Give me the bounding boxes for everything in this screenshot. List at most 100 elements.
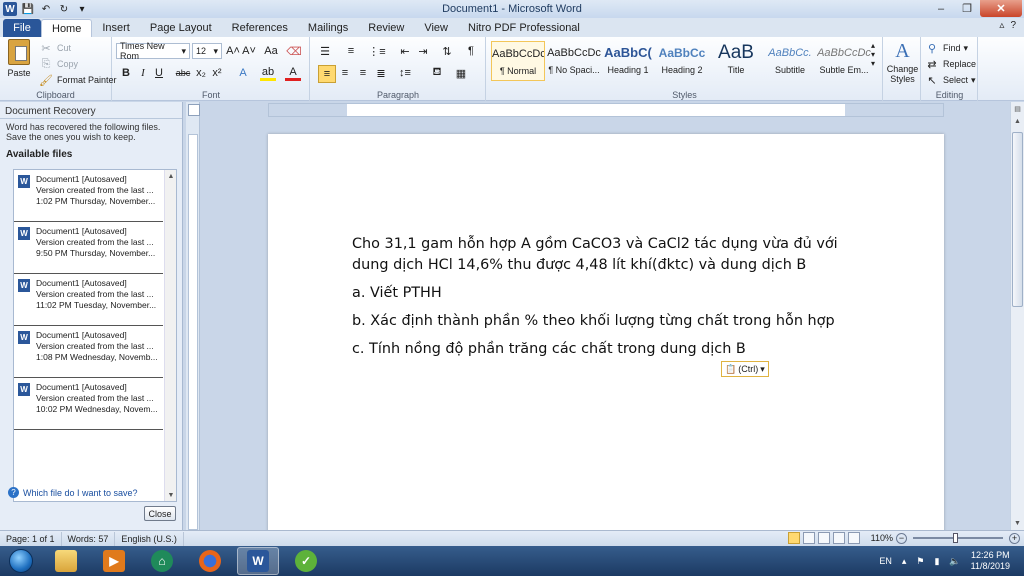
font-size-combo[interactable]: 12 ▾ [192,43,222,59]
bold-button[interactable]: B [118,65,134,81]
style-normal[interactable]: AaBbCcDc ¶ Normal [491,41,545,81]
decrease-indent-button[interactable]: ⇤ [397,43,413,59]
print-layout-view-button[interactable] [787,532,800,544]
align-right-button[interactable]: ≡ [355,65,371,81]
style-subtle-emphasis[interactable]: AaBbCcDc Subtle Em... [817,41,871,81]
horizontal-ruler[interactable] [268,103,944,117]
font-color-button[interactable]: A [285,65,301,81]
flag-icon[interactable]: ⚑ [916,556,924,567]
copy-button[interactable]: ⎘ Copy [38,56,78,72]
clock[interactable]: 12:26 PM 11/8/2019 [971,550,1010,572]
tab-home[interactable]: Home [41,19,93,37]
vertical-scrollbar[interactable]: ▤ ▲ ▼ [1010,102,1024,530]
start-button[interactable] [3,547,39,575]
increase-indent-button[interactable]: ⇥ [415,43,431,59]
style-no-spacing[interactable]: AaBbCcDc ¶ No Spaci... [547,41,601,81]
taskbar-app-green[interactable]: ⌂ [141,547,183,575]
scroll-up-icon[interactable]: ▲ [1011,115,1024,128]
pane-close-button[interactable]: Close [144,506,176,521]
list-item[interactable]: W Document1 [Autosaved] Version created … [14,326,163,378]
sort-button[interactable]: ⇅ [439,43,455,59]
language[interactable]: English (U.S.) [115,531,184,546]
document-page[interactable]: Cho 31,1 gam hỗn hợp A gồm CaCO3 và CaCl… [268,134,944,530]
select-button[interactable]: ↖ Select ▾ [924,72,975,88]
show-hidden-icons[interactable]: ▴ [902,556,907,567]
taskbar-firefox[interactable] [189,547,231,575]
taskbar-explorer[interactable] [45,547,87,575]
shading-button[interactable]: ⛾ [429,65,445,81]
clear-formatting-button[interactable]: ⌫ [286,43,302,59]
bullets-button[interactable]: ☰ [317,43,333,59]
tab-references[interactable]: References [222,19,298,37]
tab-selector[interactable] [188,104,200,116]
style-subtitle[interactable]: AaBbCc. Subtitle [763,41,817,81]
list-item[interactable]: W Document1 [Autosaved] Version created … [14,170,163,222]
help-icon[interactable]: ? [1010,20,1016,31]
scrollbar-thumb[interactable] [1012,132,1023,307]
style-heading-2[interactable]: AaBbCc Heading 2 [655,41,709,81]
close-button[interactable]: ✕ [980,0,1022,17]
tab-insert[interactable]: Insert [92,19,140,37]
zoom-out-icon[interactable]: − [896,532,907,544]
change-styles-button[interactable]: A Change Styles [886,40,919,84]
italic-button[interactable]: I [135,65,151,81]
tab-page-layout[interactable]: Page Layout [140,19,222,37]
highlight-button[interactable]: ab [260,65,276,81]
list-item[interactable]: W Document1 [Autosaved] Version created … [14,222,163,274]
minimize-ribbon-icon[interactable]: ▵ [999,20,1004,31]
paste-button[interactable]: Paste [4,39,34,78]
list-item[interactable]: W Document1 [Autosaved] Version created … [14,378,163,430]
file-list-scrollbar[interactable]: ▲ ▼ [164,170,176,501]
paste-options-button[interactable]: 📋 (Ctrl) ▾ [721,361,769,377]
undo-icon[interactable]: ↶ [39,2,53,16]
restore-button[interactable]: ❐ [954,0,980,17]
change-case-button[interactable]: Aa [263,43,279,59]
zoom-in-icon[interactable]: + [1009,532,1020,544]
grow-font-button[interactable]: A˄ [225,43,241,59]
style-title[interactable]: AaB Title [709,41,763,81]
zoom-slider[interactable] [913,533,1003,543]
recovered-files-list[interactable]: W Document1 [Autosaved] Version created … [13,169,177,502]
shrink-font-button[interactable]: A˅ [241,43,257,59]
draft-view-button[interactable] [847,532,860,544]
vertical-ruler[interactable] [188,134,198,530]
tab-review[interactable]: Review [358,19,414,37]
justify-button[interactable]: ≣ [373,65,389,81]
subscript-button[interactable]: x₂ [193,65,209,81]
outline-view-button[interactable] [832,532,845,544]
redo-icon[interactable]: ↻ [57,2,71,16]
text-effects-button[interactable]: A [235,65,251,81]
font-name-combo[interactable]: Times New Rom ▾ [116,41,190,61]
ruler-toggle-icon[interactable]: ▤ [1011,102,1024,115]
web-layout-view-button[interactable] [817,532,830,544]
show-marks-button[interactable]: ¶ [463,43,479,59]
zoom-level[interactable]: 110% [871,533,893,543]
minimize-button[interactable]: – [928,0,954,17]
taskbar-media-player[interactable]: ▶ [93,547,135,575]
tab-mailings[interactable]: Mailings [298,19,358,37]
word-logo-icon[interactable]: W [3,2,17,16]
zoom-slider-knob[interactable] [953,533,958,543]
strikethrough-button[interactable]: abc [175,65,191,81]
replace-button[interactable]: ⇄ Replace [924,56,976,72]
align-center-button[interactable]: ≡ [337,65,353,81]
scroll-up-icon[interactable]: ▲ [165,170,176,182]
taskbar-app-lime[interactable]: ✓ [285,547,327,575]
volume-icon[interactable]: 🔈 [949,556,960,567]
styles-gallery-scroll[interactable]: ▴ ▾ ▾ [871,41,875,68]
scroll-down-icon[interactable]: ▼ [1011,517,1024,530]
list-item[interactable]: W Document1 [Autosaved] Version created … [14,274,163,326]
taskbar-word[interactable]: W [237,547,279,575]
customize-qat-icon[interactable]: ▾ [75,2,89,16]
tab-view[interactable]: View [414,19,458,37]
cut-button[interactable]: ✂ Cut [38,40,71,56]
numbering-button[interactable]: ≡ [343,43,359,59]
save-icon[interactable]: 💾 [21,2,35,16]
format-painter-button[interactable]: 🖌 Format Painter [38,72,117,88]
page-count[interactable]: Page: 1 of 1 [0,531,62,546]
underline-button[interactable]: U [151,65,167,81]
word-count[interactable]: Words: 57 [62,531,116,546]
find-button[interactable]: ⚲ Find ▾ [924,40,968,56]
style-heading-1[interactable]: AaBbC( Heading 1 [601,41,655,81]
line-spacing-button[interactable]: ↕≡ [397,65,413,81]
